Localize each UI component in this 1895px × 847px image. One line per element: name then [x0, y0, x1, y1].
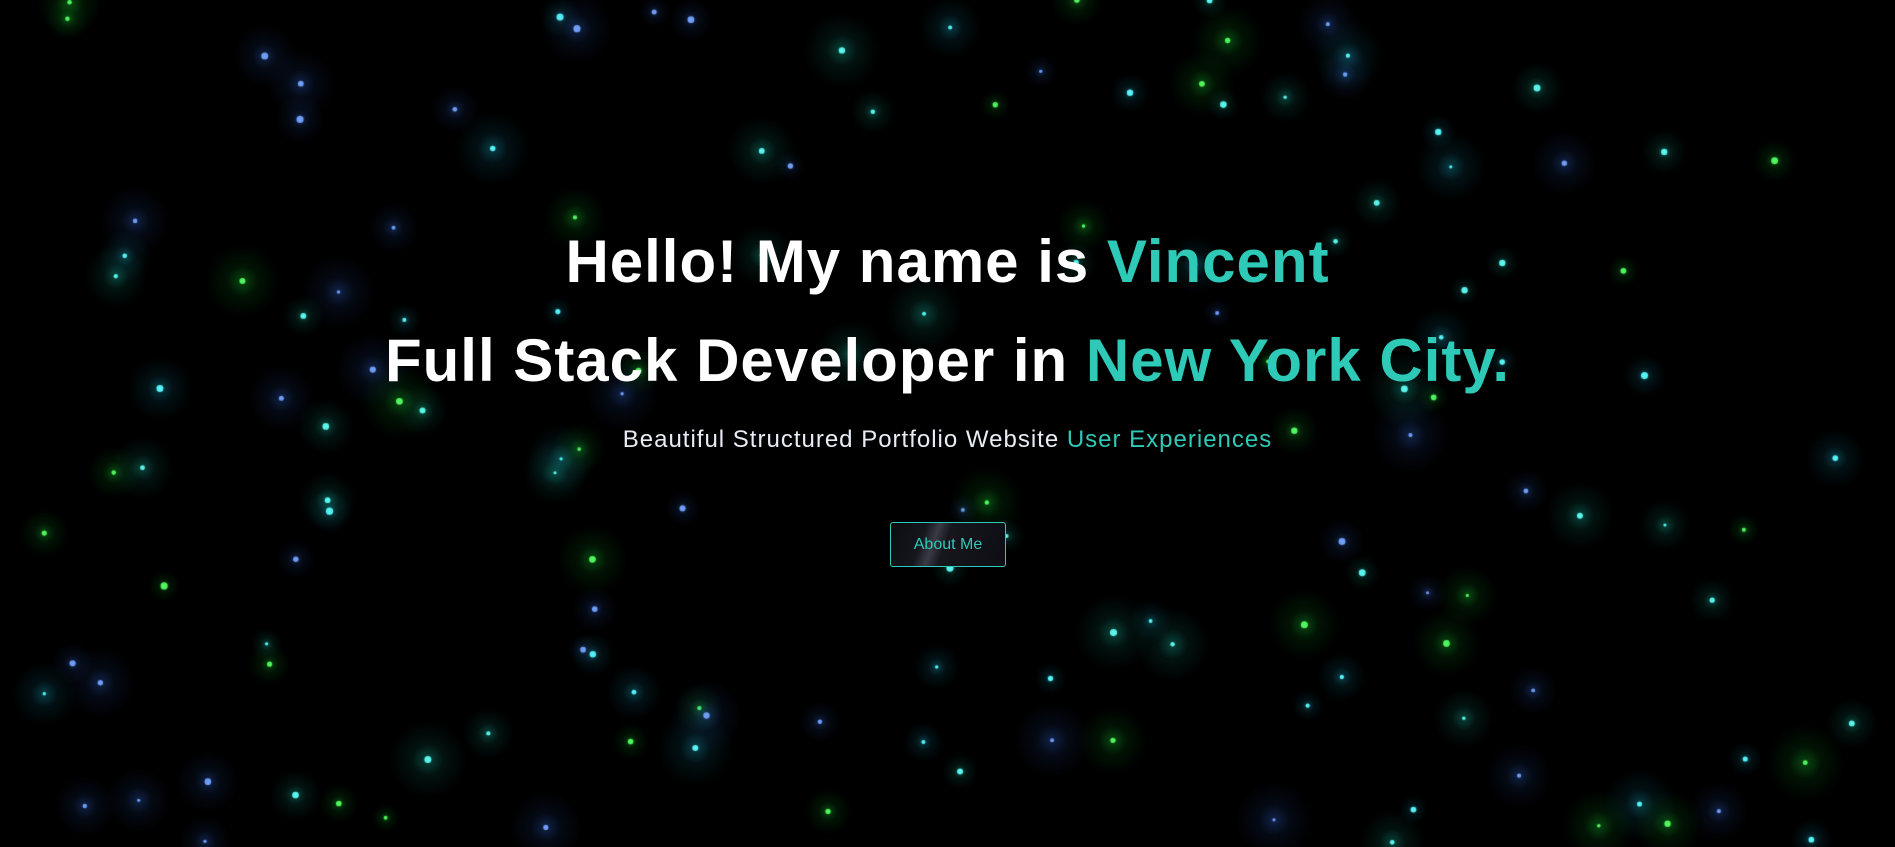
greeting-text: Hello! My name is [565, 228, 1107, 295]
subtitle-text: Beautiful Structured Portfolio Website [622, 426, 1067, 453]
about-me-button[interactable]: About Me [890, 522, 1006, 567]
role-text: Full Stack Developer in [384, 327, 1086, 394]
hero-subtitle: Beautiful Structured Portfolio Website U… [0, 428, 1895, 452]
hero-greeting: Hello! My name is Vincent [0, 232, 1895, 292]
name-highlight: Vincent [1106, 228, 1330, 295]
hero-role: Full Stack Developer in New York City. [0, 331, 1895, 391]
location-highlight: New York City. [1085, 327, 1510, 394]
hero-section: Hello! My name is Vincent Full Stack Dev… [0, 0, 1895, 847]
subtitle-highlight: User Experiences [1066, 426, 1273, 453]
